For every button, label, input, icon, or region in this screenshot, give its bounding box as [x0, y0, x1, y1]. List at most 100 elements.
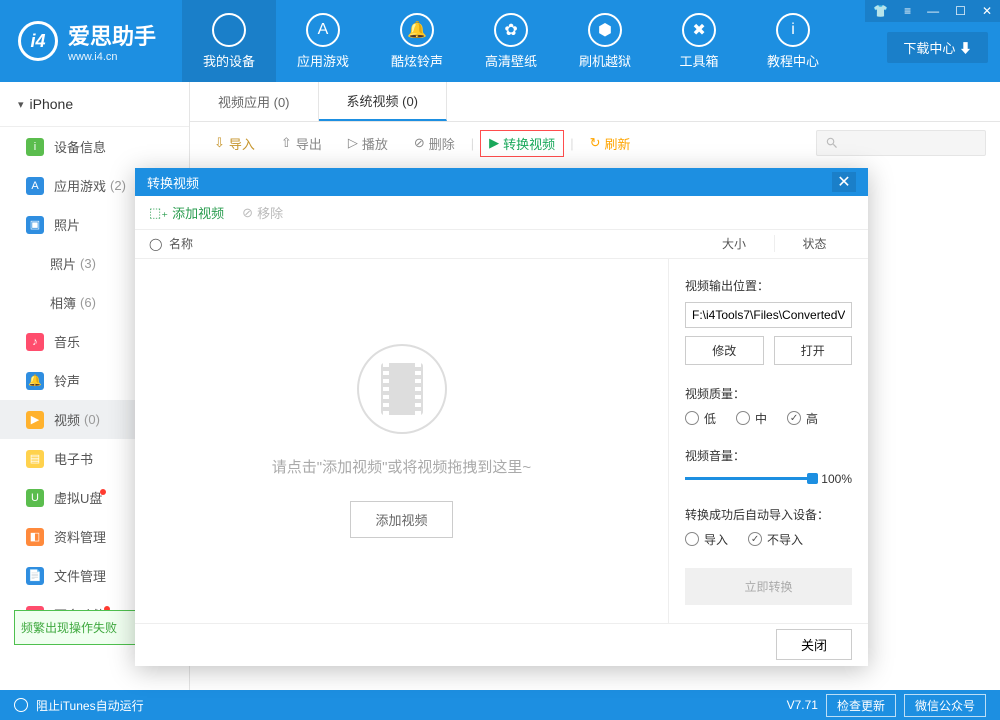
auto-import-label: 转换成功后自动导入设备： — [685, 506, 852, 523]
dialog-toolbar: ⬚₊添加视频 ⊘移除 — [135, 196, 868, 230]
import-icon: ⇩ — [214, 135, 225, 151]
add-video-center-button[interactable]: 添加视频 — [350, 501, 452, 538]
content-tabs: 视频应用 (0) 系统视频 (0) — [190, 82, 1000, 122]
quality-mid-radio[interactable]: 中 — [736, 410, 767, 427]
check-update-button[interactable]: 检查更新 — [826, 694, 896, 717]
search-icon — [825, 136, 839, 150]
info-icon: i — [26, 138, 44, 156]
status-bar: 阻止iTunes自动运行 V7.71 检查更新 微信公众号 — [0, 690, 1000, 720]
bell-icon: 🔔 — [400, 13, 434, 47]
quality-label: 视频质量： — [685, 385, 852, 402]
sidebar-item-device-info[interactable]: i设备信息 — [0, 127, 189, 166]
convert-video-dialog: 转换视频 ✕ ⬚₊添加视频 ⊘移除 ◯ 名称 大小 状态 请点击"添加视频"或将… — [135, 168, 868, 666]
quality-high-radio[interactable]: 高 — [787, 410, 818, 427]
play-icon: ▷ — [348, 135, 358, 151]
bell-icon: 🔔 — [26, 372, 44, 390]
auto-import-no-radio[interactable]: 不导入 — [748, 531, 803, 548]
box-icon: ⬢ — [588, 13, 622, 47]
usb-icon: U — [26, 489, 44, 507]
photo-icon: ▣ — [26, 216, 44, 234]
chevron-down-icon: ▾ — [18, 98, 24, 111]
status-circle-icon — [14, 698, 28, 712]
flower-icon: ✿ — [494, 13, 528, 47]
export-icon: ⇧ — [281, 135, 292, 151]
convert-icon: ▶ — [489, 135, 499, 151]
info-icon: i — [776, 13, 810, 47]
toolbar: ⇩导入 ⇧导出 ▷播放 ⊘删除 | ▶转换视频 | ↻刷新 — [190, 122, 1000, 164]
app-header: i4 爱思助手 www.i4.cn 我的设备 A应用游戏 🔔酷炫铃声 ✿高清壁纸… — [0, 0, 1000, 82]
skin-icon[interactable]: 👕 — [865, 0, 896, 22]
col-name: 名称 — [169, 235, 694, 252]
delete-icon: ⊘ — [414, 135, 425, 151]
col-state: 状态 — [774, 235, 854, 252]
quality-low-radio[interactable]: 低 — [685, 410, 716, 427]
tab-system-video[interactable]: 系统视频 (0) — [319, 82, 448, 121]
wechat-button[interactable]: 微信公众号 — [904, 694, 986, 717]
remove-icon: ⊘ — [242, 205, 253, 221]
output-path-input[interactable] — [685, 302, 852, 328]
badge-dot — [100, 489, 106, 495]
tools-icon: ✖ — [682, 13, 716, 47]
logo-icon: i4 — [18, 21, 58, 61]
import-button[interactable]: ⇩导入 — [204, 130, 265, 157]
start-convert-button[interactable]: 立即转换 — [685, 568, 852, 605]
dialog-close-button[interactable]: ✕ — [832, 172, 856, 192]
nav-my-device[interactable]: 我的设备 — [182, 0, 276, 82]
app-title: 爱思助手 — [68, 19, 156, 51]
add-video-button[interactable]: ⬚₊添加视频 — [149, 203, 224, 222]
dialog-title: 转换视频 — [147, 173, 199, 192]
window-controls: 👕 ≡ — ☐ ✕ — [865, 0, 1000, 22]
menu-icon[interactable]: ≡ — [896, 0, 919, 22]
col-size: 大小 — [694, 235, 774, 252]
open-path-button[interactable]: 打开 — [774, 336, 853, 365]
nav-tutorial[interactable]: i教程中心 — [746, 0, 840, 82]
nav-ringtones[interactable]: 🔔酷炫铃声 — [370, 0, 464, 82]
folder-icon: 📄 — [26, 567, 44, 585]
dialog-titlebar[interactable]: 转换视频 ✕ — [135, 168, 868, 196]
download-center-button[interactable]: 下载中心 ⬇ — [887, 32, 988, 63]
play-button[interactable]: ▷播放 — [338, 130, 398, 157]
column-headers: ◯ 名称 大小 状态 — [135, 230, 868, 258]
refresh-button[interactable]: ↻刷新 — [580, 130, 641, 157]
add-icon: ⬚₊ — [149, 205, 168, 221]
delete-button[interactable]: ⊘删除 — [404, 130, 465, 157]
main-nav: 我的设备 A应用游戏 🔔酷炫铃声 ✿高清壁纸 ⬢刷机越狱 ✖工具箱 i教程中心 — [182, 0, 840, 82]
apps-icon: A — [26, 177, 44, 195]
volume-value: 100% — [821, 472, 852, 486]
minimize-icon[interactable]: — — [919, 0, 947, 22]
dialog-footer: 关闭 — [135, 623, 868, 666]
nav-flash[interactable]: ⬢刷机越狱 — [558, 0, 652, 82]
convert-options-panel: 视频输出位置： 修改 打开 视频质量： 低 中 高 视频音量： 100% 转换成… — [668, 259, 868, 623]
remove-button[interactable]: ⊘移除 — [242, 203, 283, 222]
nav-wallpaper[interactable]: ✿高清壁纸 — [464, 0, 558, 82]
close-icon[interactable]: ✕ — [974, 0, 1000, 22]
volume-label: 视频音量： — [685, 447, 852, 464]
drop-hint: 请点击"添加视频"或将视频拖拽到这里~ — [272, 456, 531, 477]
maximize-icon[interactable]: ☐ — [947, 0, 974, 22]
export-button[interactable]: ⇧导出 — [271, 130, 332, 157]
music-icon: ♪ — [26, 333, 44, 351]
output-path-label: 视频输出位置： — [685, 277, 852, 294]
convert-video-button[interactable]: ▶转换视频 — [480, 130, 564, 157]
version-label: V7.71 — [787, 698, 818, 712]
search-input[interactable] — [816, 130, 986, 156]
modify-path-button[interactable]: 修改 — [685, 336, 764, 365]
logo[interactable]: i4 爱思助手 www.i4.cn — [0, 19, 174, 63]
app-subtitle: www.i4.cn — [68, 51, 156, 63]
nav-toolbox[interactable]: ✖工具箱 — [652, 0, 746, 82]
auto-import-yes-radio[interactable]: 导入 — [685, 531, 728, 548]
apple-icon — [212, 13, 246, 47]
film-icon: ▶ — [26, 411, 44, 429]
film-placeholder-icon — [357, 344, 447, 434]
refresh-icon: ↻ — [590, 135, 601, 151]
nav-app-games[interactable]: A应用游戏 — [276, 0, 370, 82]
tab-video-apps[interactable]: 视频应用 (0) — [190, 82, 319, 121]
select-all-radio[interactable]: ◯ — [149, 237, 169, 251]
dialog-close-footer-button[interactable]: 关闭 — [776, 629, 852, 660]
card-icon: ◧ — [26, 528, 44, 546]
drop-zone[interactable]: 请点击"添加视频"或将视频拖拽到这里~ 添加视频 — [135, 259, 668, 623]
itunes-block-toggle[interactable]: 阻止iTunes自动运行 — [36, 697, 144, 714]
volume-slider[interactable]: 100% — [685, 472, 852, 486]
sidebar-device-root[interactable]: ▾iPhone — [0, 82, 189, 127]
slider-thumb[interactable] — [807, 473, 818, 484]
